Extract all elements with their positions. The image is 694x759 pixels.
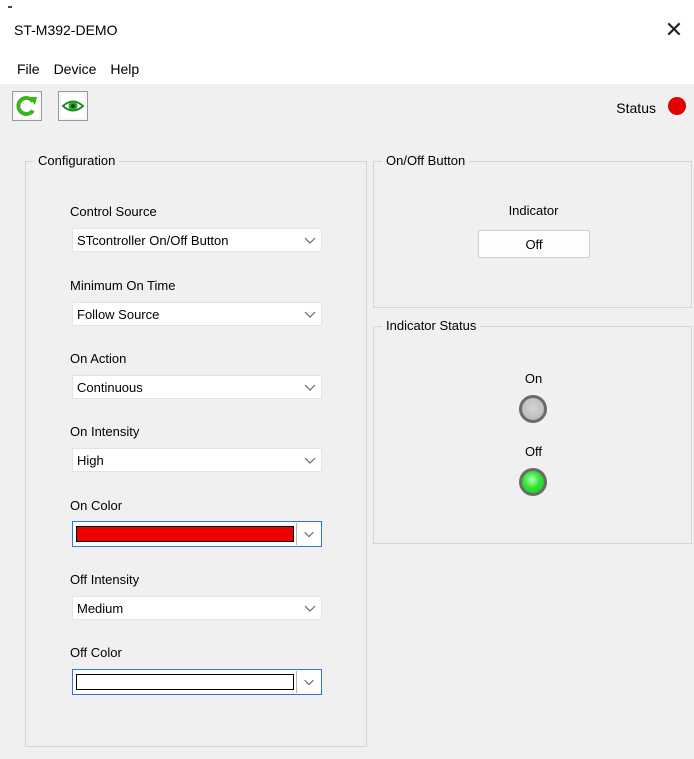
off-intensity-label: Off Intensity (70, 572, 140, 587)
chevron-down-icon (304, 311, 316, 318)
chevron-down-icon (304, 237, 316, 244)
menu-file[interactable]: File (10, 61, 47, 77)
configuration-title: Configuration (34, 153, 120, 168)
indicator-status-title: Indicator Status (382, 318, 481, 333)
on-action-value: Continuous (77, 379, 143, 395)
on-color-dropdown[interactable] (296, 523, 320, 545)
on-intensity-label: On Intensity (70, 424, 140, 439)
off-color-swatch (76, 674, 294, 690)
refresh-button[interactable] (12, 91, 42, 121)
minimum-on-time-select[interactable]: Follow Source (72, 302, 322, 326)
window-icon (8, 6, 12, 8)
control-source-value: STcontroller On/Off Button (77, 232, 229, 248)
on-intensity-select[interactable]: High (72, 448, 322, 472)
off-intensity-value: Medium (77, 600, 124, 616)
off-color-label: Off Color (70, 645, 122, 660)
off-status-label: Off (524, 444, 543, 459)
status-label: Status (616, 100, 656, 116)
on-status-led (519, 395, 547, 423)
eye-icon (61, 94, 85, 118)
minimum-on-time-value: Follow Source (77, 306, 160, 322)
on-status-label: On (524, 371, 543, 386)
onoff-button-group: On/Off Button Indicator Off (373, 153, 692, 308)
status-indicator (668, 97, 686, 115)
on-color-select[interactable] (72, 521, 322, 547)
indicator-status-group: Indicator Status On Off (373, 318, 692, 544)
indicator-label: Indicator (508, 203, 559, 218)
close-button[interactable]: ✕ (654, 12, 694, 48)
off-color-select[interactable] (72, 669, 322, 695)
close-icon: ✕ (664, 17, 684, 43)
on-action-select[interactable]: Continuous (72, 375, 322, 399)
off-status-led (519, 468, 547, 496)
menu-help[interactable]: Help (103, 61, 146, 77)
menu-device[interactable]: Device (47, 61, 104, 77)
menu-bar: File Device Help (0, 56, 694, 82)
toolbar: Status (0, 84, 694, 134)
indicator-off-button[interactable]: Off (478, 230, 590, 258)
refresh-icon (15, 94, 39, 118)
chevron-down-icon (304, 457, 316, 464)
minimum-on-time-label: Minimum On Time (70, 278, 176, 293)
off-intensity-select[interactable]: Medium (72, 596, 322, 620)
on-intensity-value: High (77, 452, 104, 468)
control-source-label: Control Source (70, 204, 157, 219)
chevron-down-icon (304, 605, 316, 612)
chevron-down-icon (304, 384, 316, 391)
chevron-down-icon (303, 679, 314, 686)
main-panel: Configuration Control Source STcontrolle… (0, 134, 694, 759)
configuration-group: Configuration Control Source STcontrolle… (25, 153, 367, 747)
control-source-select[interactable]: STcontroller On/Off Button (72, 228, 322, 252)
onoff-button-title: On/Off Button (382, 153, 470, 168)
on-color-swatch (76, 526, 294, 542)
on-action-label: On Action (70, 351, 127, 366)
off-color-dropdown[interactable] (296, 671, 320, 693)
chevron-down-icon (303, 531, 314, 538)
on-color-label: On Color (70, 498, 123, 513)
window-title: ST-M392-DEMO (14, 22, 118, 38)
view-button[interactable] (58, 91, 88, 121)
title-bar: ST-M392-DEMO ✕ (0, 0, 694, 52)
